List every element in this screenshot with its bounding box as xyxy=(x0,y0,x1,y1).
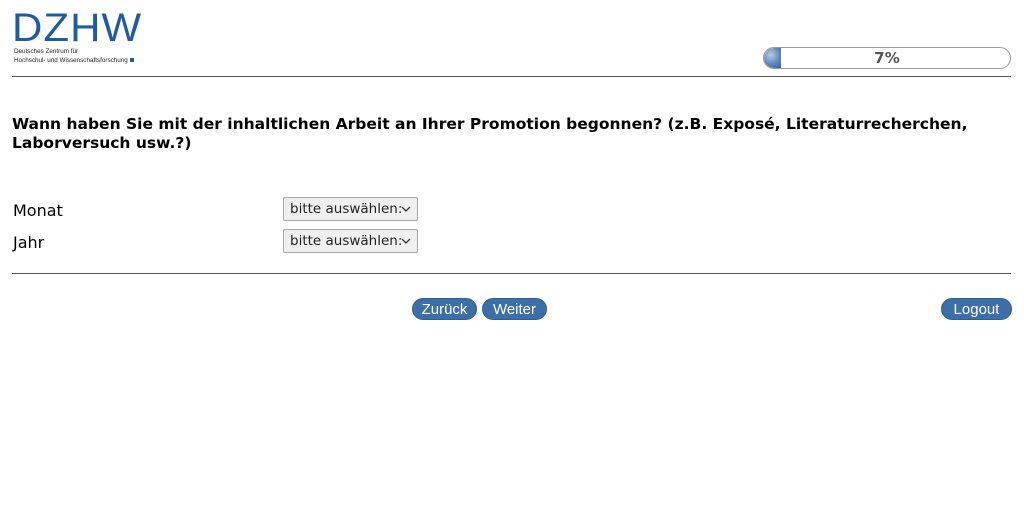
chevron-down-icon xyxy=(401,238,411,244)
logo-subtitle-line2-wrap: Hochschul- und Wissenschaftsforschung xyxy=(14,56,154,65)
logo-subtitle-line2: Hochschul- und Wissenschaftsforschung xyxy=(14,57,128,64)
back-button[interactable]: Zurück xyxy=(412,298,477,320)
year-label: Jahr xyxy=(13,233,45,252)
progress-label: 7% xyxy=(874,49,900,67)
logo-subtitle-line1: Deutsches Zentrum für xyxy=(14,48,79,55)
logout-button[interactable]: Logout xyxy=(941,298,1012,320)
logo-subtitle: Deutsches Zentrum für Hochschul- und Wis… xyxy=(14,47,154,65)
chevron-down-icon xyxy=(401,206,411,212)
header-divider xyxy=(12,76,1011,77)
logo-wordmark: DZHW xyxy=(12,6,143,50)
month-select-value: bitte auswählen: xyxy=(290,201,403,217)
question-text: Wann haben Sie mit der inhaltlichen Arbe… xyxy=(12,115,968,152)
logo-square-icon xyxy=(129,58,134,63)
month-select[interactable]: bitte auswählen: xyxy=(283,197,418,221)
progress-bar: 7% xyxy=(763,47,1011,69)
year-select[interactable]: bitte auswählen: xyxy=(283,229,418,253)
month-label: Monat xyxy=(13,201,63,220)
dzhw-logo: DZHW Deutsches Zentrum für Hochschul- un… xyxy=(12,6,146,68)
year-select-value: bitte auswählen: xyxy=(290,233,403,249)
next-button[interactable]: Weiter xyxy=(482,298,547,320)
footer-divider xyxy=(12,273,1011,274)
